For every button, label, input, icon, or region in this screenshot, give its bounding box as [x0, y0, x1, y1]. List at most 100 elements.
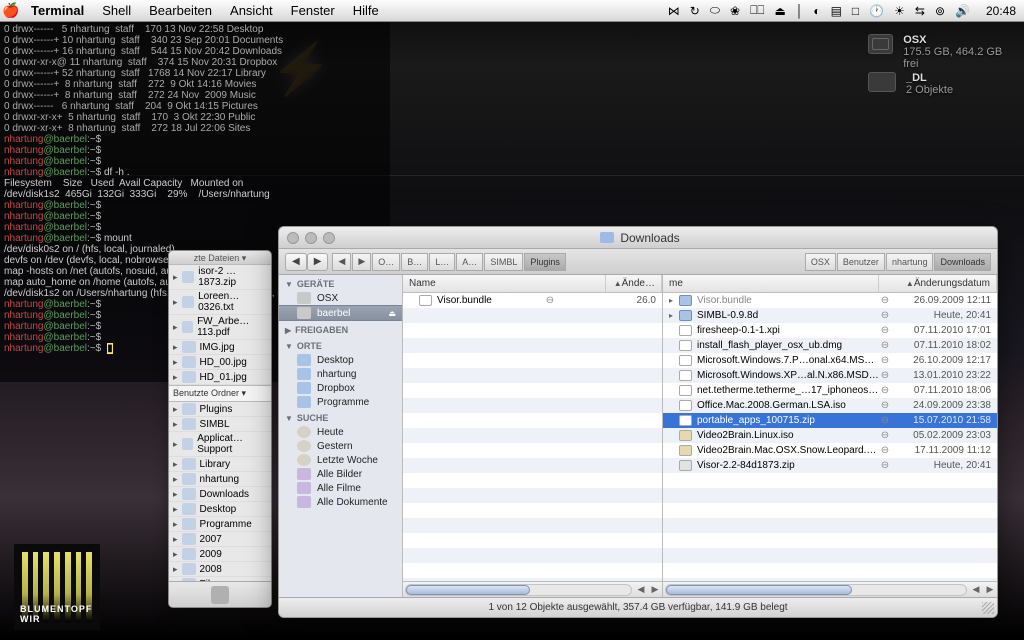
menu-view[interactable]: Ansicht: [221, 3, 282, 18]
scroll-left-button[interactable]: ◀: [969, 584, 983, 595]
sidebar-heading-devices[interactable]: ▼GERÄTE: [279, 275, 402, 291]
status-icon-bracket[interactable]: ⎕⎕: [750, 3, 764, 18]
sidebar-smart-item[interactable]: Alle Dokumente: [279, 495, 402, 509]
file-row[interactable]: firesheep-0.1-1.xpi⊖07.11.2010 17:01: [663, 323, 997, 338]
file-row[interactable]: Visor.bundle⊖26.0: [403, 293, 662, 308]
path-crumb[interactable]: SIMBL: [484, 253, 523, 271]
recent-folder-item[interactable]: ▸2009: [169, 547, 271, 562]
status-icon-clock[interactable]: 🕐: [869, 4, 884, 18]
eject-icon[interactable]: ⏏: [388, 309, 396, 318]
file-row[interactable]: net.tetherme.tetherme_…17_iphoneos-arm.d…: [663, 383, 997, 398]
sidebar-smart-item[interactable]: Alle Bilder: [279, 467, 402, 481]
recent-folder-item[interactable]: ▸Plugins: [169, 402, 271, 417]
path-crumb[interactable]: OSX: [805, 253, 836, 271]
path-crumb[interactable]: ◀: [332, 253, 351, 271]
minimize-button[interactable]: [305, 232, 317, 244]
scroll-left-button[interactable]: ◀: [634, 584, 648, 595]
recent-items-panel[interactable]: zte Dateien ▾ ▸isor-2 …1873.zip▸Loreen…0…: [168, 250, 272, 608]
scroll-right-button[interactable]: ▶: [983, 584, 997, 595]
status-icon-wifi[interactable]: ⊚: [935, 4, 945, 18]
recent-folder-item[interactable]: ▸Programme: [169, 517, 271, 532]
sidebar-item-baerbel[interactable]: baerbel⏏: [279, 305, 402, 321]
panel-header[interactable]: zte Dateien ▾: [169, 251, 271, 265]
trash-icon[interactable]: [211, 586, 229, 604]
status-icon-battery[interactable]: □: [852, 4, 859, 18]
app-menu[interactable]: Terminal: [22, 3, 93, 18]
close-button[interactable]: [287, 232, 299, 244]
recent-file-item[interactable]: ▸HD_01.jpg: [169, 370, 271, 385]
path-crumb[interactable]: Downloads: [934, 253, 991, 271]
path-crumb[interactable]: Plugins: [524, 253, 566, 271]
sidebar-smart-item[interactable]: Heute: [279, 425, 402, 439]
desktop-drive-dl[interactable]: _DL 2 Objekte: [868, 72, 1008, 96]
status-icon-moon[interactable]: ◐: [813, 4, 820, 18]
file-row[interactable]: ▸SIMBL-0.9.8d⊖Heute, 20:41: [663, 308, 997, 323]
scrollbar-thumb[interactable]: [406, 585, 530, 595]
menu-help[interactable]: Hilfe: [344, 3, 388, 18]
file-row[interactable]: Microsoft.Windows.7.P…onal.x64.MSDN.LSA.…: [663, 353, 997, 368]
recent-folder-item[interactable]: ▸Applicat… Support: [169, 432, 271, 457]
column-name[interactable]: me: [663, 275, 879, 292]
sidebar-item[interactable]: Dropbox: [279, 381, 402, 395]
file-row[interactable]: Microsoft.Windows.XP…al.N.x86.MSDN.LSA.I…: [663, 368, 997, 383]
apple-menu[interactable]: 🍎: [0, 2, 22, 19]
recent-folder-item[interactable]: ▸2007: [169, 532, 271, 547]
sidebar-smart-item[interactable]: Alle Filme: [279, 481, 402, 495]
recent-file-item[interactable]: ▸isor-2 …1873.zip: [169, 265, 271, 290]
recent-folder-item[interactable]: ▸nhartung: [169, 472, 271, 487]
path-crumb[interactable]: B…: [401, 253, 428, 271]
desktop-drive-osx[interactable]: OSX 175.5 GB, 464.2 GB frei: [868, 34, 1008, 70]
file-row[interactable]: Video2Brain.Linux.iso⊖05.02.2009 23:03: [663, 428, 997, 443]
file-row[interactable]: portable_apps_100715.zip⊖15.07.2010 21:5…: [663, 413, 997, 428]
zoom-button[interactable]: [323, 232, 335, 244]
path-crumb[interactable]: nhartung: [886, 253, 934, 271]
recent-folder-item[interactable]: ▸elfriede: [169, 607, 271, 608]
back-button[interactable]: ◀: [285, 253, 307, 271]
now-playing-artwork[interactable]: BLUMENTOPF WIR: [14, 544, 100, 630]
finder-window[interactable]: Downloads ◀ ▶ ◀▶O…B…L…A…SIMBLPlugins OSX…: [278, 226, 998, 618]
scroll-right-button[interactable]: ▶: [648, 584, 662, 595]
sidebar-item[interactable]: nhartung: [279, 367, 402, 381]
recent-folder-item[interactable]: ▸2008: [169, 562, 271, 577]
file-row[interactable]: Video2Brain.Mac.OSX.Snow.Leopard.dmg⊖17.…: [663, 443, 997, 458]
forward-button[interactable]: ▶: [307, 253, 329, 271]
sidebar-heading-search[interactable]: ▼SUCHE: [279, 409, 402, 425]
status-icon-droplet[interactable]: ⬭: [710, 3, 720, 18]
horizontal-scrollbar[interactable]: ◀ ▶: [403, 581, 662, 597]
column-date[interactable]: ▲Ände…: [606, 275, 662, 292]
status-icon-bowtie[interactable]: ⋈: [668, 4, 680, 18]
path-crumb[interactable]: ▶: [352, 253, 371, 271]
file-row[interactable]: Visor-2.2-84d1873.zip⊖Heute, 20:41: [663, 458, 997, 473]
path-crumb[interactable]: A…: [456, 253, 483, 271]
sidebar-smart-item[interactable]: Letzte Woche: [279, 453, 402, 467]
sidebar-smart-item[interactable]: Gestern: [279, 439, 402, 453]
status-icon-sun[interactable]: ☀: [894, 4, 905, 18]
status-icon-sync[interactable]: ↻: [690, 4, 700, 18]
window-titlebar[interactable]: Downloads: [279, 227, 997, 249]
recent-file-item[interactable]: ▸FW_Arbe…113.pdf: [169, 315, 271, 340]
menu-edit[interactable]: Bearbeiten: [140, 3, 221, 18]
recent-file-item[interactable]: ▸HD_00.jpg: [169, 355, 271, 370]
menu-shell[interactable]: Shell: [93, 3, 140, 18]
sidebar-item-osx[interactable]: OSX: [279, 291, 402, 305]
sidebar-item[interactable]: Programme: [279, 395, 402, 409]
file-row[interactable]: install_flash_player_osx_ub.dmg⊖07.11.20…: [663, 338, 997, 353]
column-name[interactable]: Name: [403, 275, 606, 292]
sidebar-heading-places[interactable]: ▼ORTE: [279, 337, 402, 353]
scrollbar-thumb[interactable]: [666, 585, 852, 595]
status-icon-stack[interactable]: ▤: [831, 4, 842, 18]
sidebar-item[interactable]: Desktop: [279, 353, 402, 367]
path-crumb[interactable]: L…: [429, 253, 455, 271]
status-icon-switch[interactable]: ⇆: [915, 4, 925, 18]
panel-dropdown[interactable]: Benutzte Ordner ▾: [169, 385, 271, 402]
sidebar-heading-shared[interactable]: ▶FREIGABEN: [279, 321, 402, 337]
status-icon-volume[interactable]: 🔊: [955, 4, 970, 18]
status-icon-elephant[interactable]: ❀: [730, 4, 740, 18]
menubar-clock[interactable]: 20:48: [986, 4, 1016, 18]
path-crumb[interactable]: Benutzer: [837, 253, 885, 271]
recent-folder-item[interactable]: ▸Library: [169, 457, 271, 472]
horizontal-scrollbar[interactable]: ◀ ▶: [663, 581, 997, 597]
status-icon-eject[interactable]: ⏏: [774, 4, 785, 18]
file-row[interactable]: Office.Mac.2008.German.LSA.iso⊖24.09.200…: [663, 398, 997, 413]
path-crumb[interactable]: O…: [372, 253, 400, 271]
